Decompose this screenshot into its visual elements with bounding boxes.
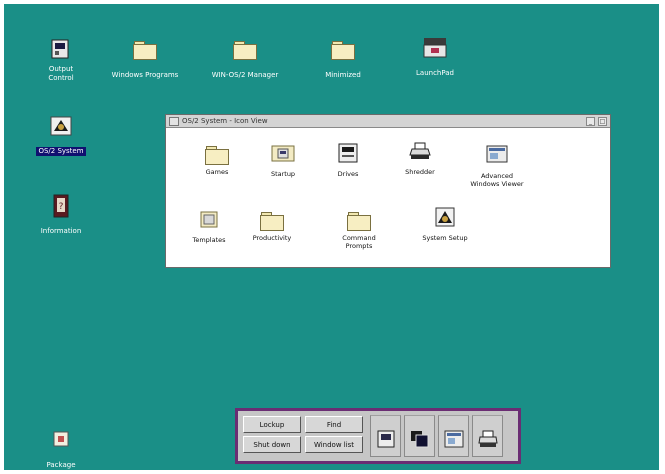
folder-icon: [331, 41, 355, 60]
lockup-button[interactable]: Lockup: [243, 416, 301, 433]
desktop-icon-label: Minimized: [325, 71, 361, 79]
shut-down-button[interactable]: Shut down: [243, 436, 301, 453]
viewer-icon: [444, 430, 464, 448]
launchpad-slot-drives[interactable]: [370, 415, 401, 457]
window-item-label: Command Prompts: [342, 234, 376, 250]
window-item-command-prompts[interactable]: Command Prompts: [328, 209, 390, 250]
desktop-icon-label: LaunchPad: [416, 69, 454, 77]
window-item-label: Shredder: [405, 168, 435, 176]
information-icon: ?: [53, 194, 69, 218]
window-item-shredder[interactable]: Shredder: [389, 141, 451, 176]
window-item-games[interactable]: Games: [186, 143, 248, 176]
desktop-icon-os2-system[interactable]: OS/2 System: [22, 114, 100, 157]
drives-icon: [338, 143, 358, 163]
window-list-button[interactable]: Window list: [305, 436, 363, 453]
window-item-label: Startup: [270, 170, 296, 178]
desktop-icon-label: Information: [40, 227, 82, 235]
find-button[interactable]: Find: [305, 416, 363, 433]
templates-icon: [200, 211, 218, 228]
viewer-icon: [486, 145, 508, 163]
desktop-icon-output-control[interactable]: Output Control: [22, 38, 100, 84]
desktop-icon-label: Output Control: [48, 65, 74, 82]
launchpad[interactable]: Lockup Find Shut down Window list: [235, 408, 521, 464]
launchpad-slot-viewer[interactable]: [438, 415, 469, 457]
window-item-advanced-viewer[interactable]: Advanced Windows Viewer: [466, 145, 528, 188]
window-list-icon: [411, 431, 429, 448]
window-item-label: System Setup: [422, 234, 468, 242]
desktop-icon-label: Package: [46, 461, 76, 469]
window-titlebar[interactable]: OS/2 System - Icon View _ □: [166, 115, 610, 128]
desktop-icon-launchpad[interactable]: LaunchPad: [396, 36, 474, 79]
games-folder-icon: [205, 146, 229, 165]
system-setup-icon: [435, 207, 455, 227]
desktop-icon-label: OS/2 System: [36, 147, 86, 156]
printer-icon: [478, 430, 498, 447]
output-control-icon: [51, 39, 69, 59]
window-item-label: Templates: [192, 236, 226, 244]
desktop-icon-label: Windows Programs: [111, 71, 179, 79]
window-item-drives[interactable]: Drives: [317, 143, 379, 178]
svg-text:?: ?: [59, 202, 64, 212]
window-item-label: Advanced Windows Viewer: [470, 172, 524, 188]
desktop-icon-label: WIN-OS/2 Manager: [211, 71, 279, 79]
maximize-icon[interactable]: □: [598, 116, 607, 126]
folder-icon: [133, 41, 157, 60]
startup-folder-icon: [271, 145, 295, 162]
shredder-icon: [409, 142, 431, 159]
window-title: OS/2 System - Icon View: [182, 117, 268, 125]
launchpad-icon: [423, 38, 447, 58]
window-item-templates[interactable]: Templates: [178, 209, 240, 244]
system-menu-icon[interactable]: [169, 116, 179, 126]
desktop-icon-windows-programs[interactable]: Windows Programs: [106, 38, 184, 81]
window-item-productivity[interactable]: Productivity: [241, 209, 303, 242]
launchpad-slot-printer[interactable]: [472, 415, 503, 457]
drives-icon: [377, 430, 395, 448]
minimize-icon[interactable]: _: [586, 116, 595, 126]
window-item-system-setup[interactable]: System Setup: [414, 207, 476, 242]
folder-icon: [233, 41, 257, 60]
package-icon: [53, 431, 69, 447]
desktop-icon-minimized[interactable]: Minimized: [304, 38, 382, 81]
window-item-label: Drives: [337, 170, 359, 178]
desktop-icon-package[interactable]: Package: [22, 428, 100, 470]
desktop: Output Control Windows Programs WIN-OS/2…: [4, 4, 659, 470]
launchpad-slot-window-list[interactable]: [404, 415, 435, 457]
window-item-label: Games: [205, 168, 229, 176]
os2-system-window[interactable]: OS/2 System - Icon View _ □ Games Startu…: [165, 114, 611, 268]
window-item-label: Productivity: [252, 234, 292, 242]
command-prompts-folder-icon: [347, 212, 371, 231]
desktop-icon-winos2-manager[interactable]: WIN-OS/2 Manager: [206, 38, 284, 81]
os2-system-icon: [50, 116, 72, 136]
launchpad-panel: Lockup Find Shut down Window list: [238, 411, 518, 461]
productivity-folder-icon: [260, 212, 284, 231]
window-item-startup[interactable]: Startup: [252, 143, 314, 178]
desktop-icon-information[interactable]: ? Information: [22, 194, 100, 237]
